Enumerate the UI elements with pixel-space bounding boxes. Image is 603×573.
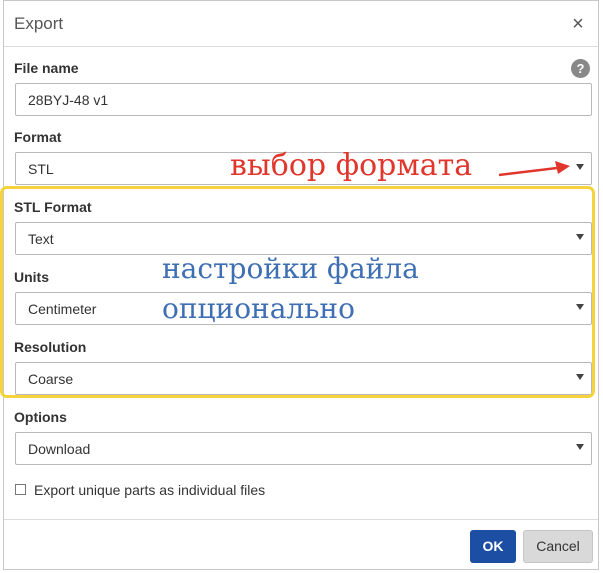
close-icon[interactable]: ×	[568, 14, 588, 34]
dialog-footer: OK Cancel	[4, 519, 598, 571]
file-name-label: File name	[14, 60, 79, 76]
units-label: Units	[14, 269, 49, 285]
help-icon[interactable]: ?	[571, 59, 590, 78]
dialog-title: Export	[14, 14, 64, 33]
cancel-button[interactable]: Cancel	[523, 530, 593, 563]
options-select[interactable]: Download	[15, 432, 592, 465]
format-value: STL	[28, 161, 54, 177]
red-arrow-icon	[498, 161, 570, 177]
chevron-down-icon	[576, 374, 584, 380]
dialog-header: Export ×	[4, 1, 598, 47]
options-value: Download	[28, 441, 91, 457]
file-name-value: 28BYJ-48 v1	[28, 92, 109, 108]
chevron-down-icon	[576, 164, 584, 170]
export-unique-parts-checkbox[interactable]	[15, 484, 26, 495]
stl-format-label: STL Format	[14, 199, 92, 215]
format-hint-annotation: выбор формата	[230, 148, 473, 183]
ok-button[interactable]: OK	[470, 530, 516, 563]
chevron-down-icon	[576, 304, 584, 310]
chevron-down-icon	[576, 234, 584, 240]
export-unique-parts-label: Export unique parts as individual files	[34, 482, 266, 498]
resolution-label: Resolution	[14, 339, 87, 355]
stl-format-value: Text	[28, 231, 54, 247]
stl-format-select[interactable]: Text	[15, 222, 592, 255]
chevron-down-icon	[576, 444, 584, 450]
export-dialog: Export × File name ? 28BYJ-48 v1 Format …	[3, 0, 599, 570]
format-label: Format	[14, 129, 62, 145]
file-name-input[interactable]: 28BYJ-48 v1	[15, 83, 592, 116]
resolution-value: Coarse	[28, 371, 74, 387]
options-label: Options	[14, 409, 67, 425]
settings-annotation-line1: настройки файла	[162, 252, 419, 285]
units-value: Centimeter	[28, 301, 97, 317]
resolution-select[interactable]: Coarse	[15, 362, 592, 395]
settings-annotation-line2: опционально	[162, 292, 355, 325]
